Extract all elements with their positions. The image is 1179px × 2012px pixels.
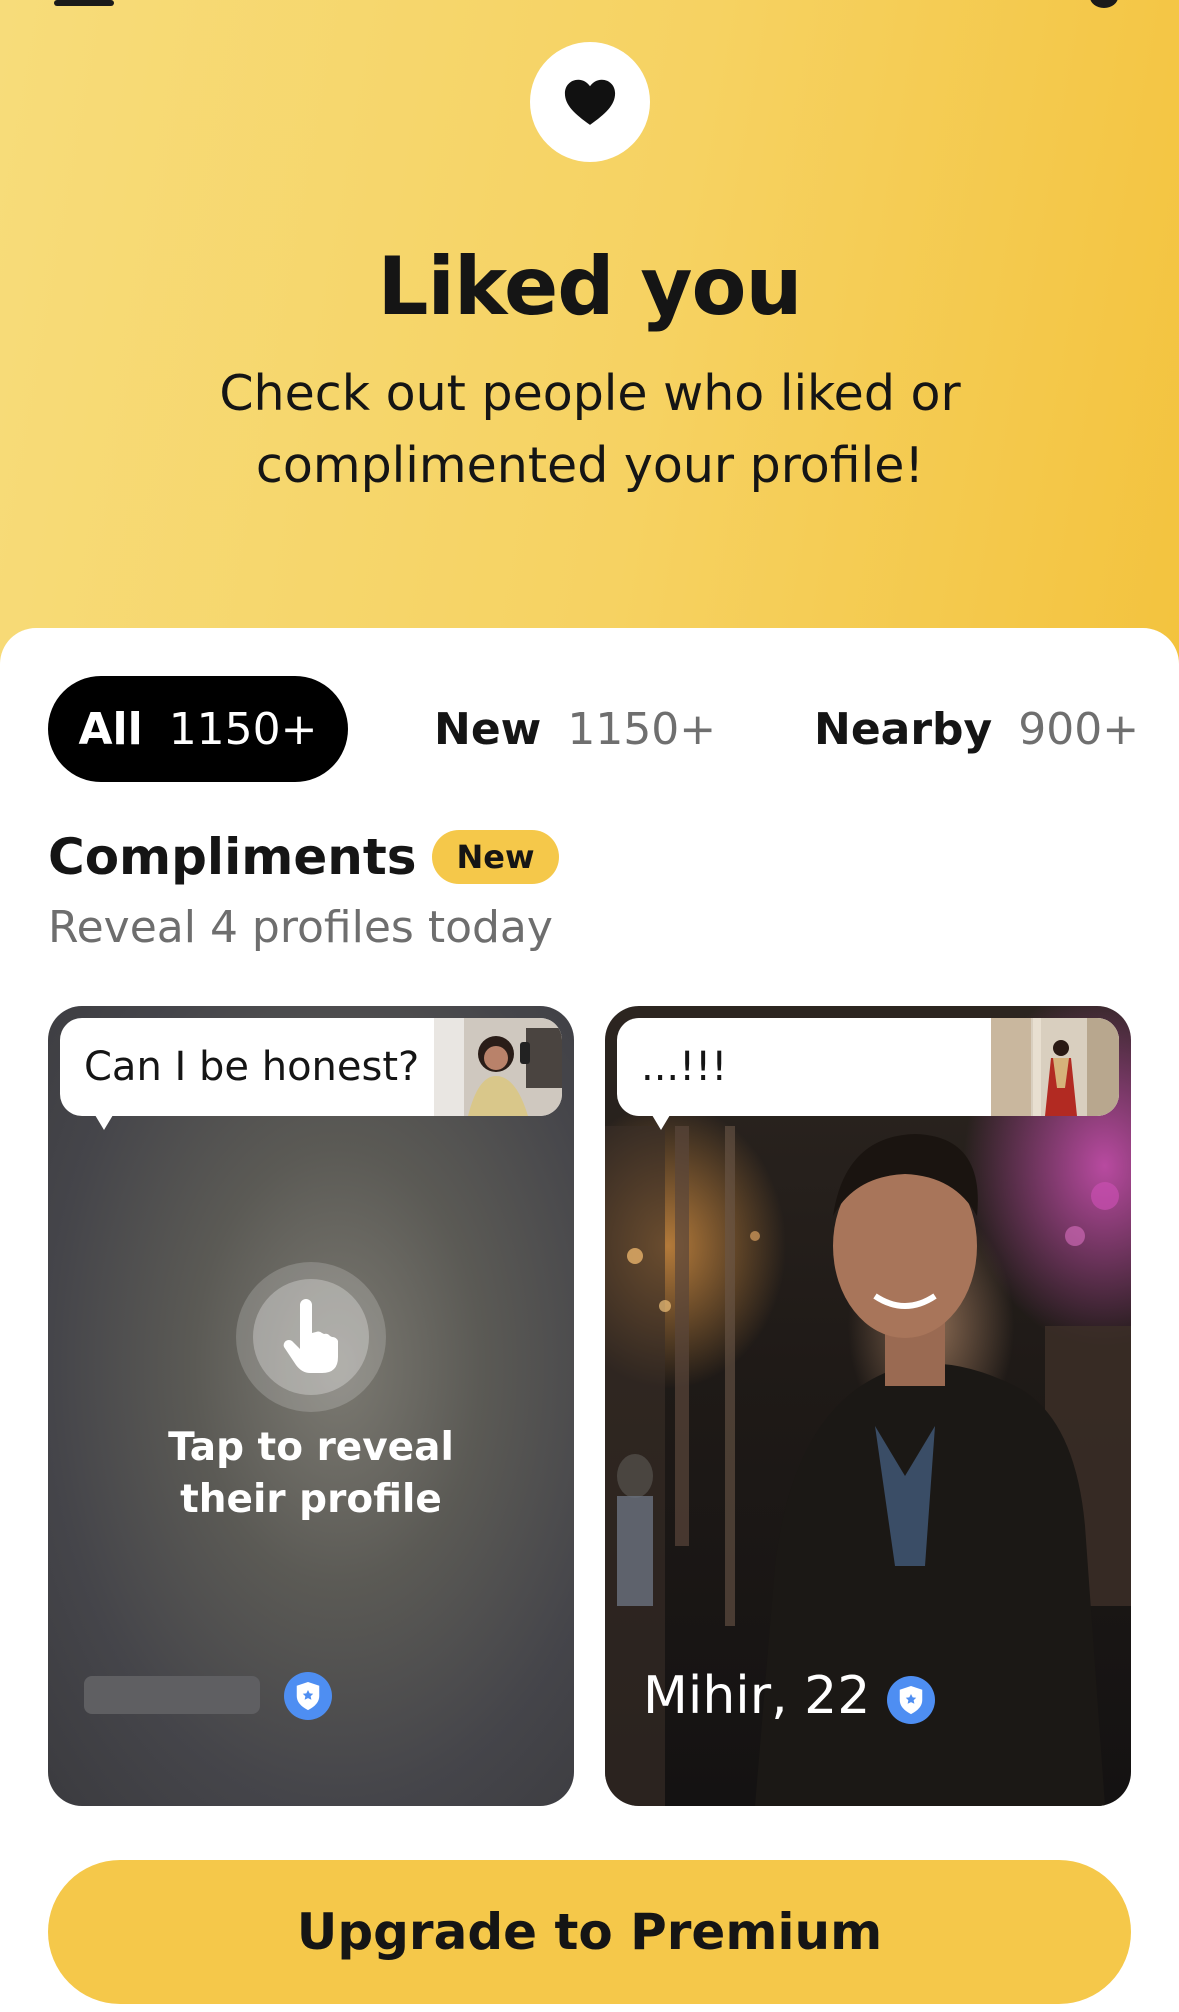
compliments-title: Compliments bbox=[48, 828, 417, 886]
compliment-card-mihir[interactable]: ...!!! Mihir, 22 bbox=[605, 1006, 1131, 1806]
tab-all[interactable]: All 1150+ bbox=[48, 676, 348, 782]
heart-icon bbox=[564, 79, 616, 125]
bubble-tail bbox=[92, 1110, 116, 1130]
tab-nearby-label: Nearby bbox=[814, 703, 993, 755]
header: Liked you Check out people who liked or … bbox=[0, 0, 1179, 680]
tab-all-count: 1150+ bbox=[168, 703, 318, 755]
reveal-line-2: their profile bbox=[180, 1477, 442, 1522]
sender-photo-thumbnail bbox=[434, 1018, 562, 1116]
subtitle-line-2: complimented your profile! bbox=[255, 437, 925, 494]
new-badge: New bbox=[432, 830, 559, 884]
tap-reveal-button[interactable] bbox=[236, 1262, 386, 1412]
compliments-subtitle: Reveal 4 profiles today bbox=[48, 902, 553, 953]
profile-name-age: Mihir, 22 bbox=[643, 1666, 871, 1726]
compliment-message: ...!!! bbox=[641, 1044, 728, 1090]
message-bubble: ...!!! bbox=[617, 1018, 1119, 1116]
blurred-name-placeholder bbox=[84, 1676, 260, 1714]
verified-badge-icon bbox=[887, 1676, 935, 1724]
liked-you-screen: Liked you Check out people who liked or … bbox=[0, 0, 1179, 2012]
tab-nearby-count: 900+ bbox=[1018, 703, 1140, 755]
page-title: Liked you bbox=[377, 240, 803, 333]
tap-hand-icon bbox=[283, 1299, 338, 1373]
reveal-line-1: Tap to reveal bbox=[168, 1425, 454, 1470]
heart-badge bbox=[530, 42, 650, 162]
page-subtitle: Check out people who liked or compliment… bbox=[190, 358, 990, 502]
compliment-card-hidden[interactable]: Can I be honest? Tap to reveal their pro… bbox=[48, 1006, 574, 1806]
verified-badge-icon bbox=[284, 1672, 332, 1720]
menu-icon[interactable] bbox=[54, 0, 114, 6]
tab-all-label: All bbox=[78, 703, 143, 755]
tab-new-label: New bbox=[434, 703, 542, 755]
tab-new-count: 1150+ bbox=[567, 703, 717, 755]
sender-photo-thumbnail bbox=[991, 1018, 1119, 1116]
tab-new[interactable]: New 1150+ bbox=[434, 676, 716, 782]
upgrade-premium-button[interactable]: Upgrade to Premium bbox=[48, 1860, 1131, 2004]
bubble-tail bbox=[649, 1110, 673, 1130]
subtitle-line-1: Check out people who liked or bbox=[219, 365, 961, 422]
tab-nearby[interactable]: Nearby 900+ bbox=[814, 676, 1139, 782]
compliments-header: Compliments New bbox=[48, 828, 559, 886]
message-bubble: Can I be honest? bbox=[60, 1018, 562, 1116]
reveal-instruction: Tap to reveal their profile bbox=[48, 1422, 574, 1526]
profile-icon[interactable] bbox=[1090, 0, 1118, 8]
compliment-message: Can I be honest? bbox=[84, 1044, 420, 1090]
